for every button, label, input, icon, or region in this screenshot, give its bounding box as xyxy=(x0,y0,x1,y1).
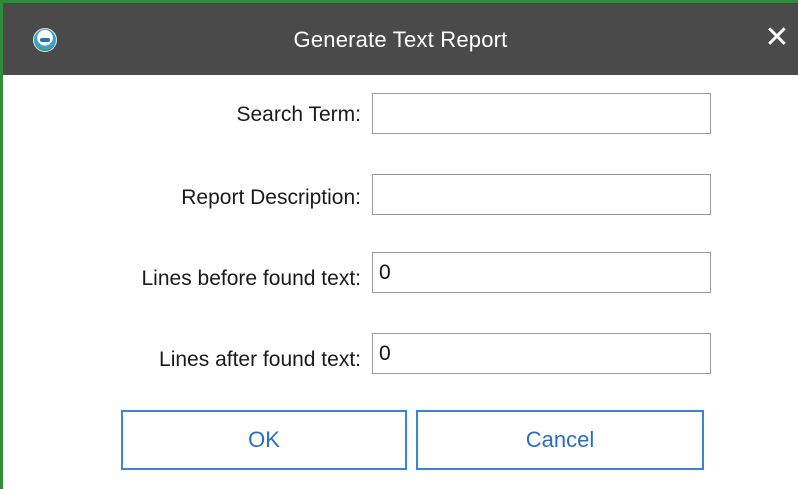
lines-after-input[interactable] xyxy=(372,333,711,374)
lines-after-label: Lines after found text: xyxy=(159,348,361,371)
lines-before-label: Lines before found text: xyxy=(141,267,362,290)
cancel-button[interactable]: Cancel xyxy=(416,410,704,470)
title-bar[interactable]: Generate Text Report ✕ xyxy=(3,3,798,75)
lines-before-input[interactable] xyxy=(372,252,711,293)
search-term-label: Search Term: xyxy=(236,103,362,126)
search-term-input[interactable] xyxy=(372,93,711,134)
ok-button[interactable]: OK xyxy=(121,410,407,470)
close-icon[interactable]: ✕ xyxy=(760,21,794,55)
report-description-label: Report Description: xyxy=(181,186,361,209)
report-description-input[interactable] xyxy=(372,174,711,215)
dialog-window: Generate Text Report ✕ Search Term: Repo… xyxy=(0,0,798,489)
dialog-title: Generate Text Report xyxy=(293,27,508,52)
